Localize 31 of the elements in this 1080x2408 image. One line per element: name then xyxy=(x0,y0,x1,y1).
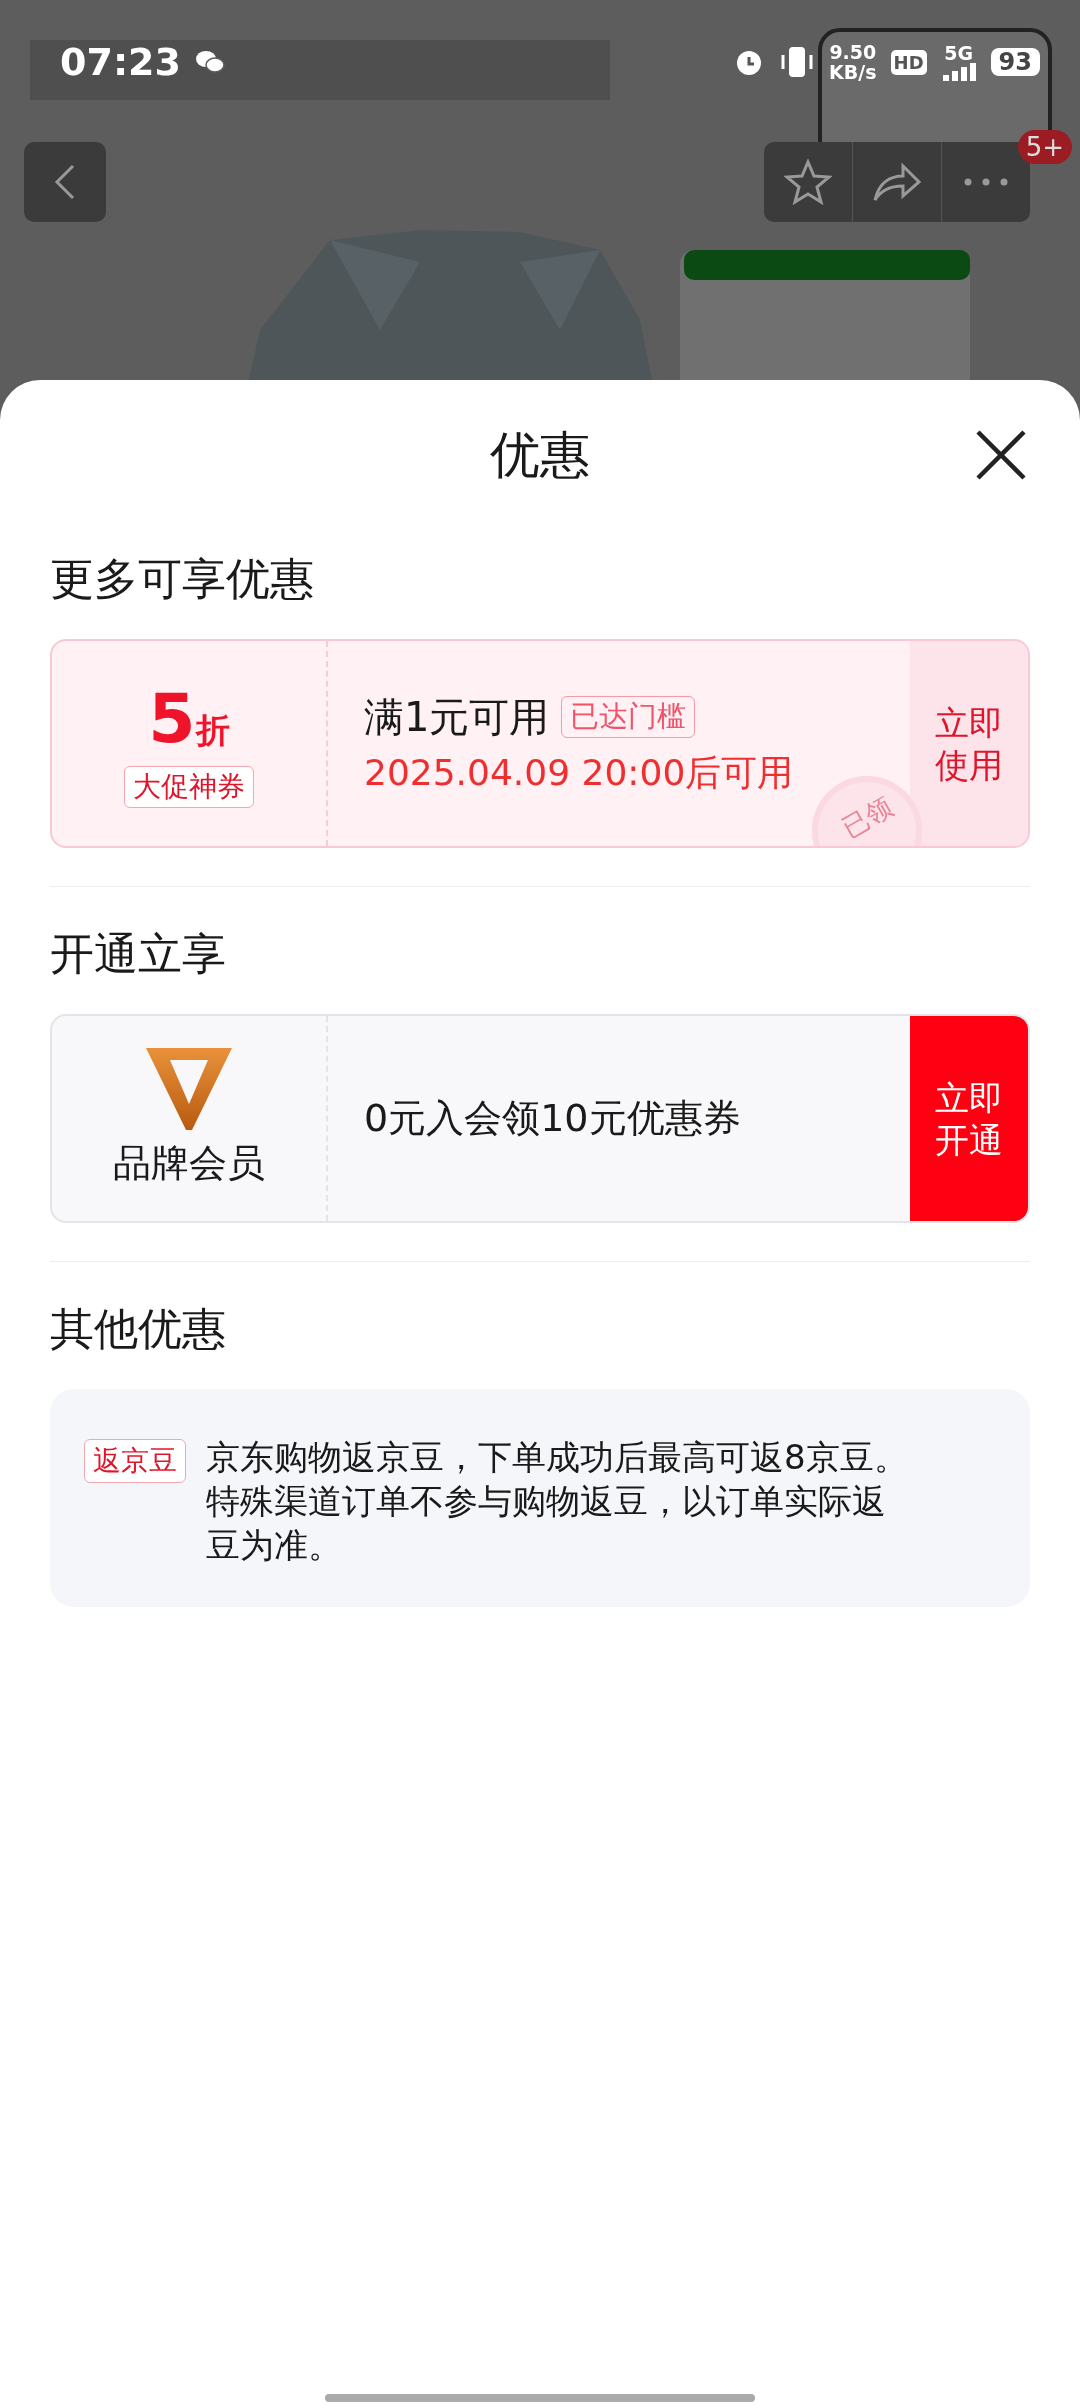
section-heading: 开通立享 xyxy=(50,927,227,981)
member-label: 品牌会员 xyxy=(113,1140,265,1187)
bean-tag: 返京豆 xyxy=(84,1439,186,1483)
v-logo-icon xyxy=(146,1048,232,1130)
claimed-stamp: 已领 xyxy=(812,776,922,846)
coupon-condition: 满1元可用 xyxy=(364,692,550,742)
network-type: 5G xyxy=(944,43,973,63)
discount-unit: 折 xyxy=(195,709,230,752)
threshold-badge: 已达门槛 xyxy=(561,696,696,738)
discount-value: 5 xyxy=(148,679,196,758)
network-speed: 9.50 xyxy=(829,42,877,62)
notification-badge: 5+ xyxy=(1017,130,1072,164)
status-time: 07:23 xyxy=(60,40,181,84)
coupon-tag: 大促神券 xyxy=(124,766,254,808)
star-icon xyxy=(784,159,832,205)
signal-icon xyxy=(940,63,977,81)
vibrate-icon xyxy=(779,45,816,79)
more-icon xyxy=(964,178,1008,186)
chat-icon xyxy=(194,48,225,76)
back-icon xyxy=(53,162,77,202)
back-button[interactable] xyxy=(24,142,106,222)
speed-unit: KB/s xyxy=(829,62,877,82)
section-heading: 其他优惠 xyxy=(50,1302,227,1356)
join-button[interactable]: 立即 开通 xyxy=(910,1016,1028,1221)
note-text: 京东购物返京豆，下单成功后最高可返8京豆。特殊渠道订单不参与购物返豆，以订单实际返豆为准。 xyxy=(206,1436,909,1567)
battery-level: 93 xyxy=(990,48,1040,76)
coupon-validity: 2025.04.09 20:00后可用 xyxy=(364,750,795,795)
use-button[interactable]: 立即 使用 xyxy=(910,641,1028,846)
sheet-title: 优惠 xyxy=(490,424,590,486)
member-offer: 0元入会领10元优惠券 xyxy=(364,1095,742,1142)
section-heading: 更多可享优惠 xyxy=(50,552,315,606)
